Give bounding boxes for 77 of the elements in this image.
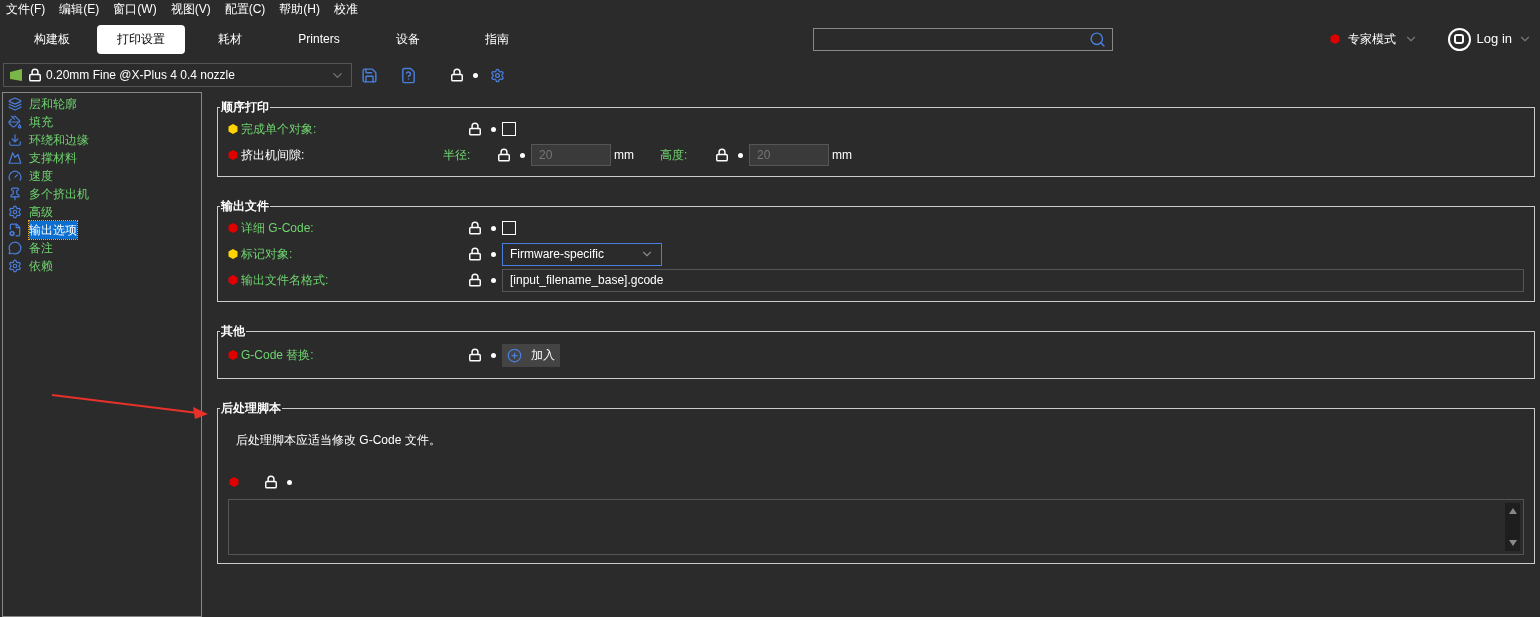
plus-circle-icon — [507, 347, 522, 363]
gauge-icon — [8, 169, 22, 183]
lock-icon[interactable] — [468, 348, 482, 362]
gear-icon[interactable] — [490, 67, 505, 83]
sidebar-item[interactable]: 多个挤出机 — [29, 185, 89, 203]
tab[interactable]: 构建板 — [8, 24, 96, 54]
checkbox[interactable] — [502, 221, 516, 235]
input-field[interactable]: [input_filename_base].gcode — [502, 268, 1524, 292]
group-title: 输出文件 — [220, 198, 270, 215]
user-icon — [1447, 27, 1471, 51]
sidebar-item[interactable]: 输出选项 — [29, 221, 77, 239]
menu-item[interactable]: 帮助(H) — [279, 0, 320, 18]
unit-label: mm — [614, 147, 635, 164]
menu-item[interactable]: 视图(V) — [170, 0, 211, 18]
sidebar-item[interactable]: 高级 — [29, 203, 53, 221]
checkbox[interactable] — [502, 122, 516, 136]
sidebar-item[interactable]: 备注 — [29, 239, 53, 257]
tab[interactable]: 耗材 — [186, 24, 274, 54]
mode-selector[interactable]: 专家模式 — [1329, 30, 1418, 48]
field-label: 半径: — [443, 147, 472, 164]
menu-item[interactable]: 配置(C) — [224, 0, 266, 18]
login-button[interactable]: Log in — [1447, 27, 1532, 51]
menu-item[interactable]: 校准 — [334, 0, 358, 18]
tab[interactable]: 打印设置 — [97, 24, 185, 54]
menu-item[interactable]: 编辑(E) — [59, 0, 100, 18]
menu-item[interactable]: 文件(F) — [6, 0, 46, 18]
scroll-up-icon[interactable] — [1508, 508, 1517, 514]
group-note: 后处理脚本应适当修改 G-Code 文件。 — [235, 432, 442, 449]
lock-icon — [28, 68, 42, 82]
layers-icon — [8, 97, 22, 111]
sidebar-item[interactable]: 依赖 — [29, 257, 53, 275]
file-gear-icon — [8, 223, 22, 237]
pin-icon — [8, 187, 22, 201]
help-document-icon[interactable] — [400, 66, 417, 84]
lock-icon[interactable] — [450, 68, 464, 82]
sidebar-item[interactable]: 支撑材料 — [29, 149, 77, 167]
speech-bubble-icon — [8, 241, 22, 255]
search-icon[interactable] — [1088, 30, 1106, 48]
lock-icon[interactable] — [264, 475, 278, 489]
scroll-down-icon[interactable] — [1508, 540, 1517, 546]
scrollbar[interactable] — [1505, 503, 1520, 551]
add-button[interactable]: 加入 — [502, 343, 560, 367]
tab[interactable]: Printers — [275, 24, 363, 54]
sidebar-item[interactable]: 环绕和边缘 — [29, 131, 89, 149]
setting-label: 完成单个对象: — [241, 121, 317, 138]
mountain-icon — [8, 151, 22, 165]
lock-icon[interactable] — [468, 221, 482, 235]
setting-label: 标记对象: — [241, 246, 293, 263]
lock-icon[interactable] — [468, 122, 482, 136]
field-label: 高度: — [660, 147, 689, 164]
unit-label: mm — [832, 147, 853, 164]
tab[interactable]: 指南 — [453, 24, 541, 54]
sidebar-item[interactable]: 速度 — [29, 167, 53, 185]
lock-icon[interactable] — [715, 148, 729, 162]
search-field[interactable] — [812, 27, 1113, 51]
gear-icon — [8, 259, 22, 273]
lock-icon[interactable] — [497, 148, 511, 162]
setting-label: G-Code 替换: — [241, 347, 314, 364]
menu-item[interactable]: 窗口(W) — [113, 0, 157, 18]
setting-label: 详细 G-Code: — [241, 220, 314, 237]
flag-icon — [10, 69, 24, 81]
paint-bucket-icon — [8, 115, 22, 129]
group-title: 其他 — [220, 323, 246, 340]
sidebar-item[interactable]: 填充 — [29, 113, 53, 131]
gear-icon — [8, 205, 22, 219]
group-title: 顺序打印 — [220, 99, 270, 116]
setting-label: 输出文件名格式: — [241, 272, 329, 289]
group-title: 后处理脚本 — [220, 400, 282, 417]
save-icon[interactable] — [361, 66, 378, 84]
lock-icon[interactable] — [468, 273, 482, 287]
preset-dropdown[interactable]: 0.20mm Fine @X-Plus 4 0.4 nozzle — [3, 63, 352, 87]
download-icon — [8, 133, 22, 147]
dropdown[interactable]: Firmware-specific — [502, 242, 662, 266]
setting-label: 挤出机间隙: — [241, 147, 305, 164]
lock-icon[interactable] — [468, 247, 482, 261]
tab[interactable]: 设备 — [364, 24, 452, 54]
sidebar-item[interactable]: 层和轮廓 — [29, 95, 77, 113]
